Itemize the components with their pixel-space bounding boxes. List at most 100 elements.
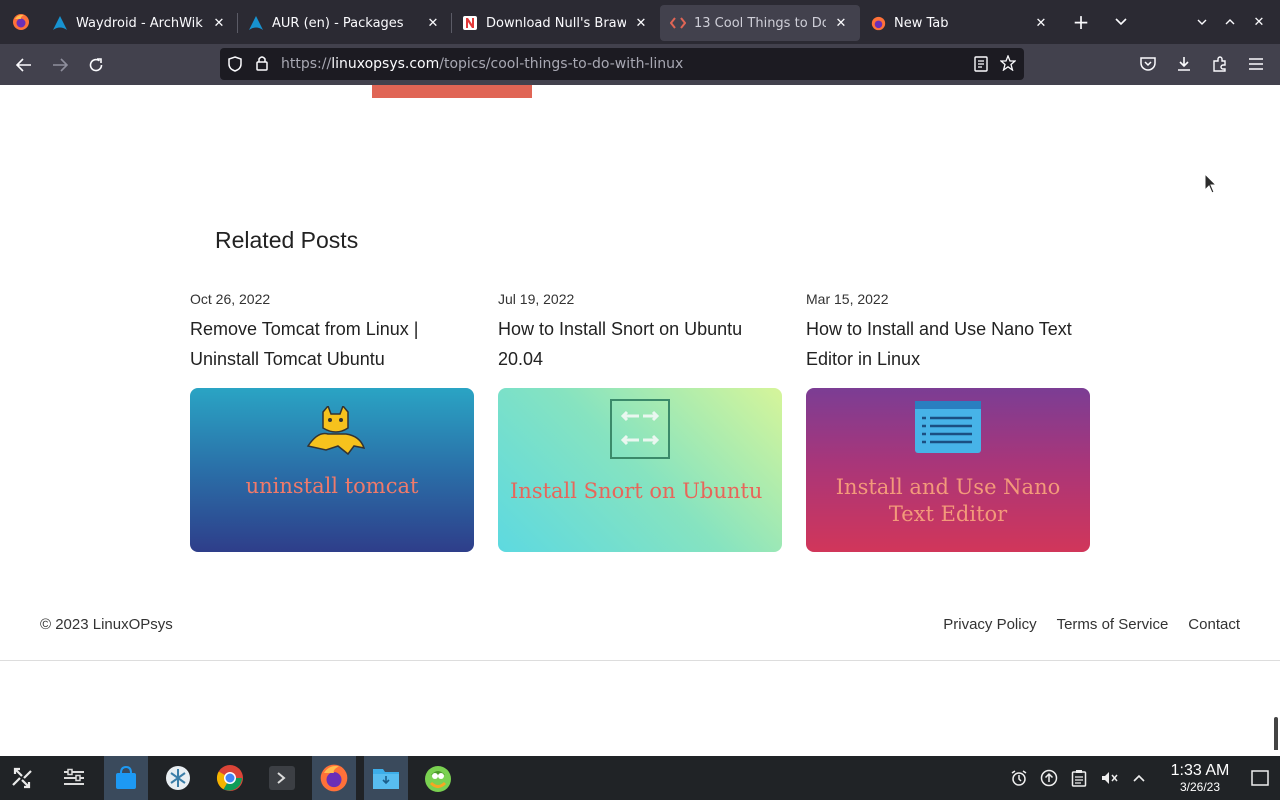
files-icon [373, 769, 399, 789]
pocket-button[interactable] [1130, 48, 1166, 80]
android-icon [425, 766, 451, 792]
decorative-button-edge [372, 85, 532, 98]
url-path: /topics/cool-things-to-do-with-linux [439, 56, 684, 72]
reload-button[interactable] [78, 49, 114, 81]
app-menu-button[interactable] [1238, 48, 1274, 80]
thumbnail-caption: Install and Use Nano Text Editor [806, 474, 1090, 528]
clock-time: 1:33 AM [1170, 762, 1230, 779]
shield-icon[interactable] [228, 56, 242, 76]
firefox-icon [13, 14, 29, 30]
clipboard-icon [1071, 770, 1087, 787]
tab-cool-things[interactable]: 13 Cool Things to Do wi ✕ [660, 5, 860, 41]
thumbnail-caption: Install Snort on Ubuntu [510, 479, 763, 503]
reload-icon [89, 57, 103, 71]
tab-new-tab[interactable]: New Tab ✕ [860, 5, 1060, 41]
privacy-policy-link[interactable]: Privacy Policy [943, 616, 1036, 633]
tab-label: AUR (en) - Packages [272, 15, 404, 31]
notifications-button[interactable] [1004, 756, 1034, 800]
close-tab-icon[interactable]: ✕ [632, 14, 650, 32]
show-desktop-button[interactable] [1240, 756, 1280, 800]
vertical-scrollbar[interactable] [1274, 717, 1278, 750]
updates-button[interactable] [1034, 756, 1064, 800]
taskbar-settings[interactable] [52, 756, 96, 800]
mouse-cursor-icon [1204, 173, 1218, 194]
tab-bar: Waydroid - ArchWiki ✕ AUR (en) - Package… [0, 0, 1280, 44]
clipboard-button[interactable] [1064, 756, 1094, 800]
terms-of-service-link[interactable]: Terms of Service [1057, 616, 1169, 633]
desktop-icon [1251, 770, 1269, 786]
downloads-button[interactable] [1166, 48, 1202, 80]
post-date: Jul 19, 2022 [498, 291, 575, 307]
firefox-icon [320, 764, 348, 792]
pocket-icon [1140, 57, 1156, 71]
url-bar[interactable]: https://linuxopsys.com/topics/cool-thing… [220, 48, 1024, 80]
chrome-icon [216, 765, 243, 791]
close-tab-icon[interactable]: ✕ [832, 14, 850, 32]
arch-icon [52, 15, 68, 31]
navigation-toolbar: https://linuxopsys.com/topics/cool-thing… [0, 44, 1280, 85]
plus-icon: + [1072, 10, 1090, 34]
application-launcher[interactable] [0, 756, 44, 800]
tab-waydroid[interactable]: Waydroid - ArchWiki ✕ [42, 5, 238, 41]
taskbar-chrome[interactable] [208, 756, 252, 800]
close-tab-icon[interactable]: ✕ [210, 14, 228, 32]
show-hidden-icons-button[interactable] [1124, 756, 1154, 800]
tab-label: New Tab [894, 15, 949, 31]
update-icon [1040, 769, 1058, 787]
chevron-down-icon [1197, 19, 1207, 25]
alarm-icon [1011, 770, 1027, 786]
url-text[interactable]: https://linuxopsys.com/topics/cool-thing… [281, 56, 683, 72]
tab-aur[interactable]: AUR (en) - Packages ✕ [238, 5, 452, 41]
settings-icon [64, 768, 84, 785]
close-tab-icon[interactable]: ✕ [424, 14, 442, 32]
arrow-left-icon [16, 57, 31, 72]
new-tab-button[interactable]: + [1064, 5, 1098, 39]
post-thumbnail[interactable]: uninstall tomcat [190, 388, 474, 552]
reader-view-icon[interactable] [974, 56, 988, 76]
network-switch-icon [610, 399, 670, 459]
post-title-link[interactable]: How to Install and Use Nano Text Editor … [806, 314, 1090, 374]
related-posts-heading: Related Posts [215, 227, 359, 253]
taskbar-waydroid[interactable] [156, 756, 200, 800]
related-post-card: Mar 15, 2022 How to Install and Use Nano… [806, 291, 1090, 374]
digital-clock[interactable]: 1:33 AM 3/26/23 [1164, 762, 1236, 794]
arrow-right-icon [53, 57, 68, 72]
page-content: Related Posts Oct 26, 2022 Remove Tomcat… [0, 85, 1280, 750]
extensions-button[interactable] [1202, 48, 1238, 80]
taskbar-android-app[interactable] [416, 756, 460, 800]
bookmark-star-icon[interactable] [999, 54, 1017, 75]
window-maximize-button[interactable] [1216, 5, 1244, 39]
tab-nulls-brawl[interactable]: Download Null's Brawl ✕ [452, 5, 660, 41]
firefox-icon [870, 15, 886, 31]
window-close-button[interactable]: ✕ [1244, 5, 1274, 39]
close-tab-icon[interactable]: ✕ [1032, 14, 1050, 32]
footer-divider [0, 660, 1280, 661]
related-post-card: Oct 26, 2022 Remove Tomcat from Linux | … [190, 291, 474, 374]
system-tray: 1:33 AM 3/26/23 [1004, 756, 1280, 800]
window-minimize-button[interactable] [1188, 5, 1216, 39]
taskbar-terminal[interactable] [260, 756, 304, 800]
tomcat-logo-icon [306, 406, 366, 456]
post-title-link[interactable]: Remove Tomcat from Linux | Uninstall Tom… [190, 314, 474, 374]
forward-button[interactable] [42, 49, 78, 81]
post-date: Oct 26, 2022 [190, 291, 271, 307]
contact-link[interactable]: Contact [1188, 616, 1240, 633]
post-title-link[interactable]: How to Install Snort on Ubuntu 20.04 [498, 314, 782, 374]
taskbar: 1:33 AM 3/26/23 [0, 756, 1280, 800]
list-all-tabs-button[interactable] [1104, 5, 1138, 39]
chevron-down-icon [1115, 18, 1127, 26]
back-button[interactable] [6, 49, 42, 81]
thumbnail-caption-line: Text Editor [888, 502, 1008, 526]
post-thumbnail[interactable]: Install and Use Nano Text Editor [806, 388, 1090, 552]
lock-icon[interactable] [256, 55, 268, 75]
taskbar-files[interactable] [364, 756, 408, 800]
waydroid-icon [166, 766, 190, 790]
taskbar-discover[interactable] [104, 756, 148, 800]
close-icon: ✕ [1253, 14, 1265, 30]
volume-button[interactable] [1094, 756, 1124, 800]
firefox-view-button[interactable] [0, 0, 42, 44]
text-editor-icon [915, 401, 981, 453]
post-thumbnail[interactable]: Install Snort on Ubuntu [498, 388, 782, 552]
taskbar-firefox[interactable] [312, 756, 356, 800]
store-icon [116, 765, 136, 789]
